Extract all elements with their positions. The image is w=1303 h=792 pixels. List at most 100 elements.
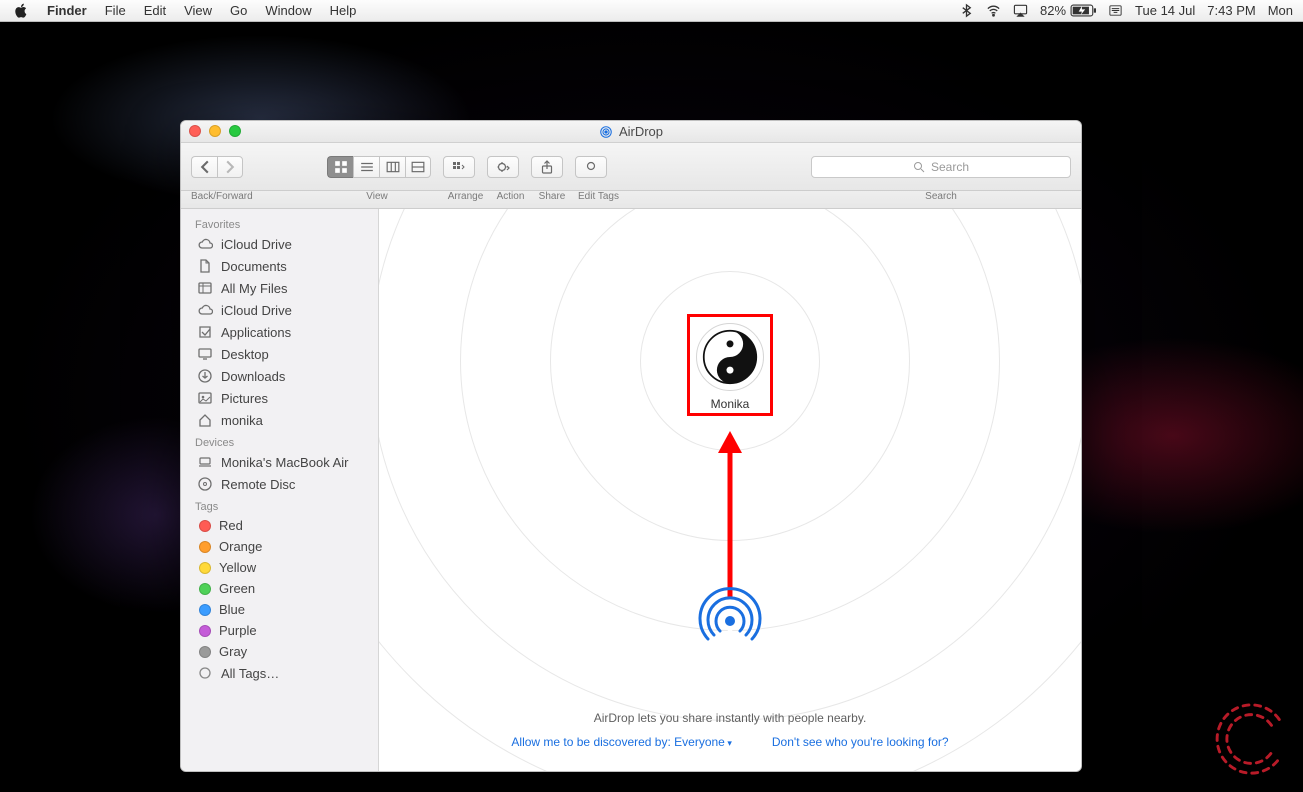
wifi-icon[interactable] bbox=[986, 3, 1001, 18]
nearby-device-name: Monika bbox=[696, 397, 764, 411]
pictures-icon bbox=[197, 390, 213, 406]
sidebar-item-label: Pictures bbox=[221, 391, 268, 406]
label-search: Search bbox=[811, 191, 1071, 202]
input-menu-icon[interactable] bbox=[1108, 3, 1123, 18]
list-view-button[interactable] bbox=[353, 156, 379, 178]
nav-buttons bbox=[191, 156, 243, 178]
apple-menu-icon[interactable] bbox=[14, 3, 29, 18]
sidebar-fav-8[interactable]: monika bbox=[181, 409, 378, 431]
sidebar-item-label: Downloads bbox=[221, 369, 285, 384]
airdrop-footer: AirDrop lets you share instantly with pe… bbox=[379, 711, 1081, 749]
sidebar-item-label: Monika's MacBook Air bbox=[221, 455, 348, 470]
sidebar-item-label: Purple bbox=[219, 623, 257, 638]
sidebar-fav-1[interactable]: Documents bbox=[181, 255, 378, 277]
help-link[interactable]: Don't see who you're looking for? bbox=[772, 735, 949, 749]
label-share: Share bbox=[533, 191, 571, 202]
arrange-button[interactable] bbox=[443, 156, 475, 178]
tag-dot-icon bbox=[199, 625, 211, 637]
discoverable-dropdown[interactable]: Allow me to be discovered by: Everyone bbox=[511, 735, 731, 749]
icon-view-button[interactable] bbox=[327, 156, 353, 178]
airdrop-title-icon bbox=[599, 125, 613, 139]
sidebar-tag-gray[interactable]: Gray bbox=[181, 641, 378, 662]
desktop-icon bbox=[197, 346, 213, 362]
apps-icon bbox=[197, 324, 213, 340]
forward-button[interactable] bbox=[217, 156, 243, 178]
menu-window[interactable]: Window bbox=[265, 3, 311, 18]
sidebar-fav-2[interactable]: All My Files bbox=[181, 277, 378, 299]
nearby-device[interactable]: Monika bbox=[687, 314, 773, 416]
battery-percent: 82% bbox=[1040, 3, 1066, 18]
search-placeholder: Search bbox=[931, 160, 969, 174]
column-view-button[interactable] bbox=[379, 156, 405, 178]
airdrop-center-icon bbox=[698, 587, 762, 656]
menu-help[interactable]: Help bbox=[330, 3, 357, 18]
sidebar-fav-7[interactable]: Pictures bbox=[181, 387, 378, 409]
airdrop-message: AirDrop lets you share instantly with pe… bbox=[379, 711, 1081, 725]
back-button[interactable] bbox=[191, 156, 217, 178]
close-button[interactable] bbox=[189, 125, 201, 137]
sidebar: Favorites iCloud DriveDocumentsAll My Fi… bbox=[181, 209, 379, 771]
sidebar-item-label: Green bbox=[219, 581, 255, 596]
sidebar-fav-3[interactable]: iCloud Drive bbox=[181, 299, 378, 321]
sidebar-tag-blue[interactable]: Blue bbox=[181, 599, 378, 620]
coverflow-view-button[interactable] bbox=[405, 156, 431, 178]
devices-header: Devices bbox=[181, 431, 378, 451]
view-switcher bbox=[327, 156, 431, 178]
sidebar-fav-0[interactable]: iCloud Drive bbox=[181, 233, 378, 255]
menu-file[interactable]: File bbox=[105, 3, 126, 18]
airplay-icon[interactable] bbox=[1013, 3, 1028, 18]
cloud-icon bbox=[197, 302, 213, 318]
tag-dot-icon bbox=[199, 583, 211, 595]
sidebar-fav-6[interactable]: Downloads bbox=[181, 365, 378, 387]
search-icon bbox=[913, 161, 925, 173]
edit-tags-button[interactable] bbox=[575, 156, 607, 178]
action-button[interactable] bbox=[487, 156, 519, 178]
sidebar-item-label: All My Files bbox=[221, 281, 287, 296]
disc-icon bbox=[197, 476, 213, 492]
sidebar-fav-5[interactable]: Desktop bbox=[181, 343, 378, 365]
search-field[interactable]: Search bbox=[811, 156, 1071, 178]
sidebar-fav-4[interactable]: Applications bbox=[181, 321, 378, 343]
label-edittags: Edit Tags bbox=[571, 191, 626, 202]
app-name[interactable]: Finder bbox=[47, 3, 87, 18]
sidebar-tag-yellow[interactable]: Yellow bbox=[181, 557, 378, 578]
sidebar-tag-purple[interactable]: Purple bbox=[181, 620, 378, 641]
all-tags-label: All Tags… bbox=[221, 666, 279, 681]
sidebar-tag-red[interactable]: Red bbox=[181, 515, 378, 536]
sidebar-all-tags[interactable]: All Tags… bbox=[181, 662, 378, 684]
titlebar[interactable]: AirDrop bbox=[181, 121, 1081, 143]
tags-header: Tags bbox=[181, 495, 378, 515]
battery-status[interactable]: 82% bbox=[1040, 3, 1096, 18]
menu-go[interactable]: Go bbox=[230, 3, 247, 18]
nearby-avatar bbox=[696, 323, 764, 391]
zoom-button[interactable] bbox=[229, 125, 241, 137]
downloads-icon bbox=[197, 368, 213, 384]
label-arrange: Arrange bbox=[443, 191, 488, 202]
label-action: Action bbox=[488, 191, 533, 202]
menu-view[interactable]: View bbox=[184, 3, 212, 18]
label-nav: Back/Forward bbox=[191, 191, 251, 202]
menu-edit[interactable]: Edit bbox=[144, 3, 166, 18]
clock-extra: Mon bbox=[1268, 3, 1293, 18]
bluetooth-icon[interactable] bbox=[959, 3, 974, 18]
sidebar-dev-0[interactable]: Monika's MacBook Air bbox=[181, 451, 378, 473]
menubar: Finder File Edit View Go Window Help 82%… bbox=[0, 0, 1303, 22]
clock-date[interactable]: Tue 14 Jul bbox=[1135, 3, 1195, 18]
sidebar-item-label: Applications bbox=[221, 325, 291, 340]
share-button[interactable] bbox=[531, 156, 563, 178]
window-title: AirDrop bbox=[599, 124, 663, 139]
sidebar-tag-orange[interactable]: Orange bbox=[181, 536, 378, 557]
airdrop-pane: Monika AirDrop lets you share instantly … bbox=[379, 209, 1081, 771]
sidebar-item-label: iCloud Drive bbox=[221, 303, 292, 318]
doc-icon bbox=[197, 258, 213, 274]
sidebar-item-label: Remote Disc bbox=[221, 477, 295, 492]
sidebar-dev-1[interactable]: Remote Disc bbox=[181, 473, 378, 495]
clock-time[interactable]: 7:43 PM bbox=[1207, 3, 1255, 18]
tag-dot-icon bbox=[199, 562, 211, 574]
all-tags-icon bbox=[197, 665, 213, 681]
laptop-icon bbox=[197, 454, 213, 470]
watermark-logo bbox=[1211, 700, 1289, 778]
sidebar-tag-green[interactable]: Green bbox=[181, 578, 378, 599]
sidebar-item-label: Gray bbox=[219, 644, 247, 659]
minimize-button[interactable] bbox=[209, 125, 221, 137]
